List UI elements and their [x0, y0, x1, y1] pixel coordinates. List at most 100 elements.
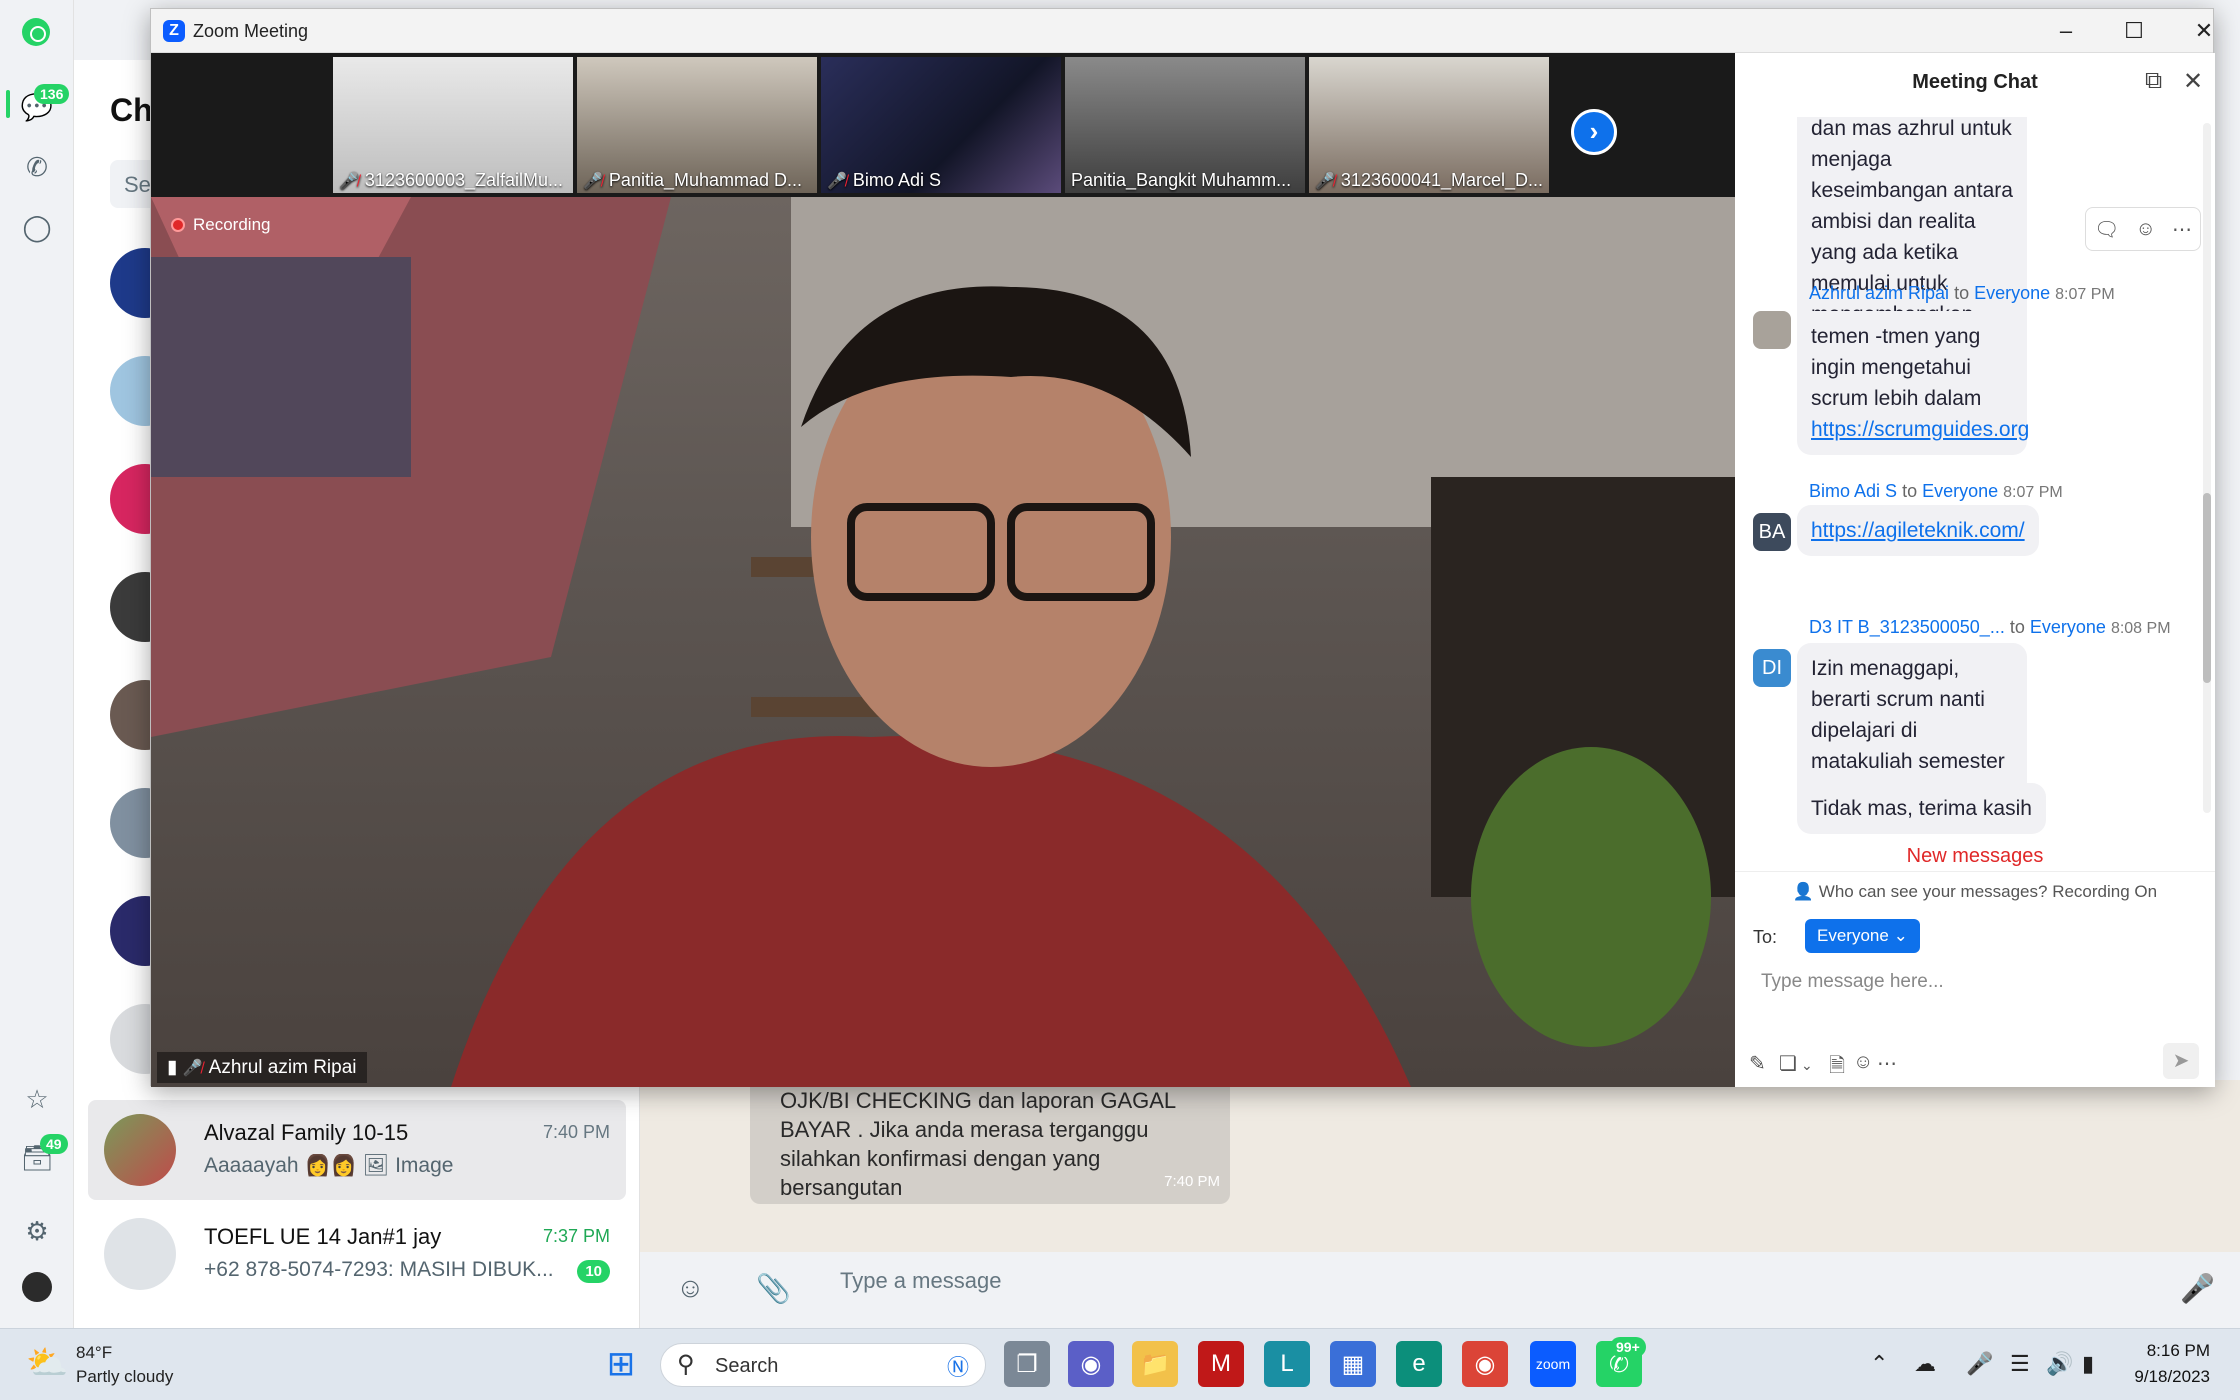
message-link[interactable]: https://scrumguides.org	[1811, 418, 2029, 441]
unread-count-badge: 10	[577, 1260, 610, 1283]
screenshot-icon[interactable]: ❏	[1779, 1051, 1797, 1076]
add-reaction-icon[interactable]: ☺	[2135, 218, 2155, 241]
participant-thumbnail[interactable]: 🎤̸ 3123600041_Marcel_D...	[1309, 57, 1549, 193]
participant-thumbnail[interactable]: 🎤̸ Bimo Adi S	[821, 57, 1061, 193]
chevron-down-icon: ⌄	[1893, 926, 1908, 945]
sender-avatar	[1753, 311, 1791, 349]
message-time: 8:07 PM	[2003, 484, 2063, 501]
attach-paperclip-icon[interactable]: 📎	[756, 1272, 791, 1305]
popout-icon[interactable]: ⧉	[2145, 67, 2162, 95]
chevron-down-icon[interactable]: ⌄	[1801, 1057, 1813, 1074]
message-time: 8:07 PM	[2055, 286, 2115, 303]
chats-unread-badge: 136	[34, 84, 70, 104]
microsoft-store-icon[interactable]: ▦	[1330, 1341, 1376, 1387]
chevron-up-icon[interactable]: ⌃	[1870, 1351, 1888, 1377]
chat-row-alvazal-family[interactable]: Alvazal Family 10-15 7:40 PM Aaaaayah 👩👩…	[88, 1100, 626, 1200]
next-page-chevron-icon[interactable]: ›	[1571, 109, 1617, 155]
chat-preview: Aaaaayah 👩👩 🖼 Image	[204, 1154, 574, 1178]
emoji-icon: 👩👩	[304, 1154, 357, 1177]
emoji-icon[interactable]: ☺	[1853, 1051, 1873, 1074]
partly-cloudy-icon[interactable]: ⛅	[26, 1343, 68, 1383]
microphone-icon[interactable]: 🎤	[2180, 1272, 2215, 1305]
file-icon[interactable]: 🗎	[1829, 1051, 1845, 1085]
message-composer: ☺ 📎 Type a message 🎤	[640, 1252, 2240, 1328]
maximize-button[interactable]: ☐	[2109, 15, 2159, 47]
window-titlebar: Z Zoom Meeting – ☐ ✕	[151, 9, 2213, 53]
wifi-icon[interactable]: ☰	[2010, 1351, 2030, 1377]
sender-name[interactable]: Azhrul azim Ripai	[1809, 283, 1949, 303]
preview-text: Aaaaayah	[204, 1154, 299, 1177]
chrome-browser-icon[interactable]: ◉	[1462, 1341, 1508, 1387]
sender-name[interactable]: Bimo Adi S	[1809, 481, 1897, 501]
calls-icon[interactable]: ✆	[18, 148, 56, 186]
window-title: Zoom Meeting	[193, 21, 309, 41]
weather-description[interactable]: Partly cloudy	[76, 1367, 173, 1387]
image-icon: 🖼	[362, 1154, 390, 1177]
bing-icon: Ⓝ	[947, 1355, 970, 1380]
recipient-dropdown[interactable]: Everyone ⌄	[1805, 919, 1920, 953]
volume-icon[interactable]: 🔊	[2046, 1351, 2073, 1377]
whatsapp-nav-rail: 💬 136 ✆ ◯ ☆ 🗃 49 ⚙	[0, 0, 74, 1328]
preview-media-label: Image	[395, 1154, 454, 1177]
muted-mic-icon: 🎤̸	[339, 173, 359, 190]
participant-name: 🎤̸ Panitia_Muhammad D...	[583, 170, 803, 190]
task-view-icon[interactable]: ❐	[1004, 1341, 1050, 1387]
starred-icon[interactable]: ☆	[18, 1080, 56, 1118]
message-meta: Bimo Adi S to Everyone 8:07 PM	[1809, 481, 2063, 502]
search-label: Search	[715, 1355, 779, 1377]
participant-thumbnail[interactable]: 🎤̸ 3123600003_ZalfailMu...	[333, 57, 573, 193]
sender-name[interactable]: D3 IT B_3123500050_...	[1809, 617, 2005, 637]
new-messages-divider[interactable]: New messages	[1735, 845, 2215, 868]
message-input[interactable]: Type a message	[840, 1268, 1001, 1294]
battery-icon[interactable]: ▮	[2082, 1351, 2094, 1377]
close-button[interactable]: ✕	[2179, 15, 2229, 47]
archive-badge: 49	[40, 1134, 68, 1154]
weather-temperature[interactable]: 84°F	[76, 1343, 112, 1363]
emoji-icon[interactable]: ☺	[676, 1272, 705, 1304]
message-time: 7:40 PM	[1164, 1173, 1220, 1190]
chat-row-toefl[interactable]: TOEFL UE 14 Jan#1 jay 7:37 PM +62 878-50…	[88, 1204, 626, 1304]
message-text: temen -tmen yang ingin mengetahui scrum …	[1811, 325, 1982, 410]
sender-avatar: BA	[1753, 513, 1791, 551]
chat-message-input[interactable]: Type message here...	[1761, 971, 1944, 993]
participant-thumbnail[interactable]: 🎤̸ Panitia_Muhammad D...	[577, 57, 817, 193]
message-link[interactable]: https://agileteknik.com/	[1811, 519, 2025, 542]
close-icon[interactable]: ✕	[2183, 67, 2203, 96]
chat-message-bubble: temen -tmen yang ingin mengetahui scrum …	[1797, 311, 2029, 455]
chat-message-bubble: Tidak mas, terima kasih	[1797, 783, 2046, 834]
profile-avatar[interactable]	[22, 1272, 52, 1302]
to-word: to	[1902, 481, 1918, 501]
file-explorer-icon[interactable]: 📁	[1132, 1341, 1178, 1387]
zoom-app-icon[interactable]: zoom	[1530, 1341, 1576, 1387]
edge-browser-icon[interactable]: e	[1396, 1341, 1442, 1387]
chat-scrollbar[interactable]	[2203, 123, 2211, 813]
microphone-icon[interactable]: 🎤	[1966, 1351, 1993, 1377]
chat-name: TOEFL UE 14 Jan#1 jay	[204, 1224, 442, 1249]
app-l-icon[interactable]: L	[1264, 1341, 1310, 1387]
to-word: to	[2009, 617, 2025, 637]
reply-thread-icon[interactable]: 🗨	[2094, 217, 2119, 242]
video-stage: 🎤̸ 3123600003_ZalfailMu... 🎤̸ Panitia_Muha…	[151, 53, 1735, 1087]
scrollbar-thumb[interactable]	[2203, 493, 2211, 683]
teams-chat-icon[interactable]: ◉	[1068, 1341, 1114, 1387]
privacy-note[interactable]: 👤 Who can see your messages? Recording O…	[1735, 871, 2215, 902]
more-options-icon[interactable]: ⋯	[2172, 217, 2192, 242]
mcafee-icon[interactable]: M	[1198, 1341, 1244, 1387]
participant-thumbnail[interactable]: Panitia_Bangkit Muhamm...	[1065, 57, 1305, 193]
taskbar-search-box[interactable]: ⚲ Search Ⓝ	[660, 1343, 986, 1387]
settings-gear-icon[interactable]: ⚙	[18, 1212, 56, 1250]
start-windows-icon[interactable]: ⊞	[598, 1341, 644, 1387]
more-options-icon[interactable]: ⋯	[1877, 1051, 1897, 1076]
minimize-button[interactable]: –	[2041, 15, 2091, 47]
format-text-icon[interactable]: ✎	[1749, 1051, 1766, 1076]
send-icon[interactable]: ➤	[2163, 1043, 2199, 1079]
muted-mic-icon: 🎤̸	[827, 173, 847, 190]
active-speaker-video: Recording ▮ 🎤̸ Azhrul azim Ripai	[151, 197, 1735, 1087]
clock-time[interactable]: 8:16 PM	[2147, 1341, 2210, 1361]
status-icon[interactable]: ◯	[18, 208, 56, 246]
onedrive-cloud-icon[interactable]: ☁	[1914, 1351, 1936, 1377]
recording-indicator: Recording	[171, 215, 271, 235]
clock-date[interactable]: 9/18/2023	[2134, 1367, 2210, 1387]
conversation-panel: OJK/BI CHECKING dan laporan GAGAL BAYAR …	[640, 1080, 2240, 1328]
chat-time: 7:40 PM	[542, 1122, 610, 1142]
